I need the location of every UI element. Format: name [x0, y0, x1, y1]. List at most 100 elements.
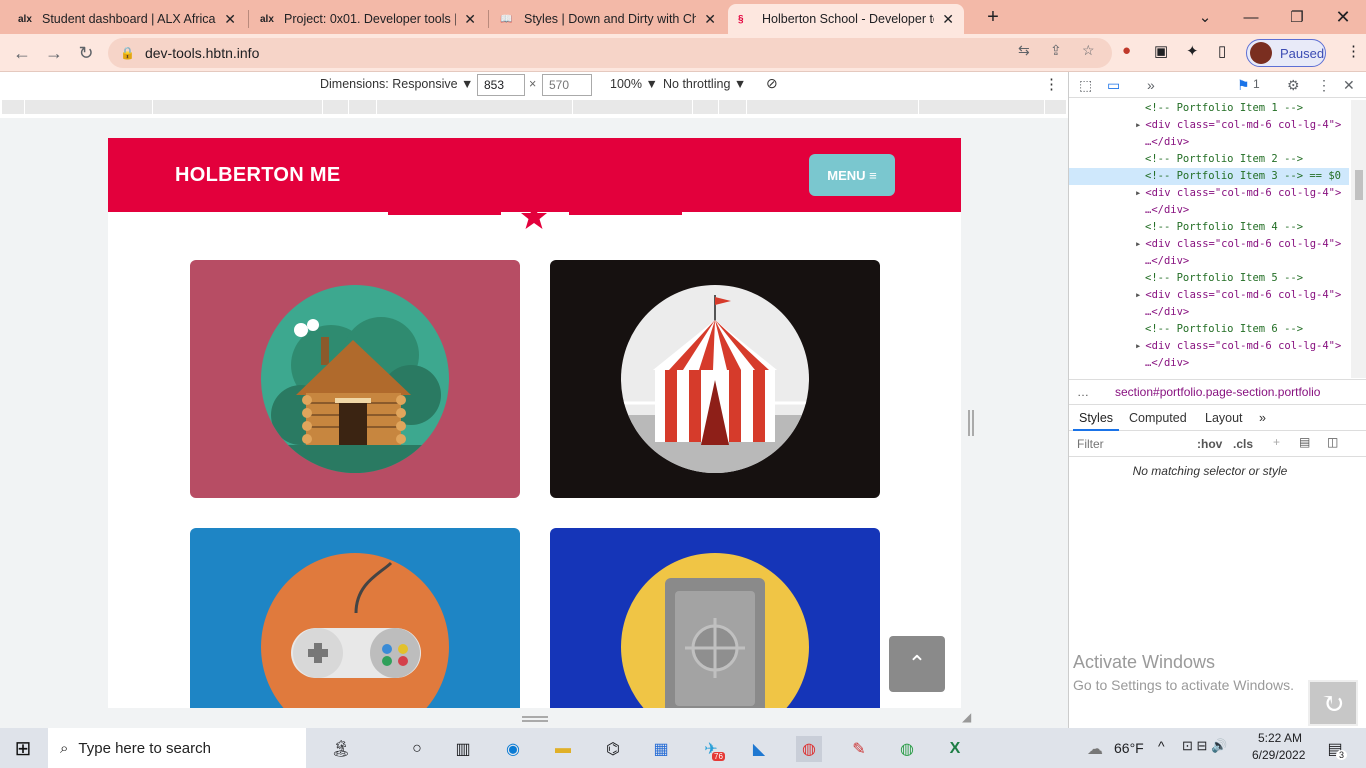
weather-widget-icon[interactable]: 🏝 — [316, 736, 366, 762]
code-line[interactable]: …</div> — [1145, 134, 1349, 151]
width-input[interactable]: 853 — [477, 74, 525, 96]
temperature[interactable]: 66°F — [1114, 740, 1144, 756]
clock-time[interactable]: 5:22 AM — [1258, 731, 1302, 745]
device-toggle-icon[interactable]: ▭ — [1107, 77, 1120, 94]
camera-extension-icon[interactable]: ▣ — [1154, 42, 1168, 60]
share-icon[interactable]: ⇪ — [1050, 42, 1062, 59]
code-line[interactable]: ▸ <div class="col-md-6 col-lg-4"> — [1135, 185, 1349, 202]
code-line[interactable]: ▸ <div class="col-md-6 col-lg-4"> — [1135, 236, 1349, 253]
taskbar-search[interactable]: ⌕ Type here to search — [48, 728, 306, 768]
code-line[interactable]: ▸ <div class="col-md-6 col-lg-4"> — [1135, 338, 1349, 355]
color-extension-icon[interactable]: ● — [1122, 42, 1131, 59]
more-tabs-icon[interactable]: » — [1147, 77, 1155, 93]
new-tab-button[interactable]: + — [970, 0, 1016, 34]
add-rule-icon[interactable]: + — [1273, 435, 1280, 449]
cls-toggle[interactable]: .cls — [1233, 437, 1253, 451]
toggle-sidebar-icon[interactable]: ◫ — [1327, 435, 1338, 449]
portfolio-item-circus[interactable] — [550, 260, 880, 498]
windows-start-icon[interactable]: ⊞ — [10, 735, 36, 761]
breadcrumb-item[interactable]: section#portfolio.page-section.portfolio — [1115, 385, 1320, 399]
elements-scrollbar[interactable] — [1351, 100, 1366, 378]
code-line[interactable]: …</div> — [1145, 253, 1349, 270]
tray-chevron-icon[interactable]: ^ — [1158, 738, 1165, 754]
task-view-icon[interactable]: ▥ — [450, 736, 476, 762]
portfolio-item-cabin[interactable] — [190, 260, 520, 498]
minimize-button[interactable]: — — [1228, 0, 1274, 34]
inspect-element-icon[interactable]: ⬚ — [1079, 77, 1092, 94]
resize-handle-bottom[interactable] — [522, 716, 548, 722]
address-bar[interactable]: 🔒 dev-tools.hbtn.info — [108, 38, 1112, 68]
more-panels-icon[interactable]: » — [1259, 411, 1266, 425]
code-line[interactable]: <!-- Portfolio Item 6 --> — [1145, 321, 1349, 338]
height-input[interactable]: 570 — [542, 74, 592, 96]
tab-student-dashboard[interactable]: alx Student dashboard | ALX Africa Intra… — [8, 4, 246, 34]
back-button[interactable]: ← — [8, 39, 36, 67]
close-icon[interactable]: ✕ — [224, 11, 236, 28]
excel-icon[interactable]: X — [942, 736, 968, 762]
tab-layout[interactable]: Layout — [1205, 411, 1243, 425]
translate-icon[interactable]: ⇆ — [1018, 42, 1030, 59]
code-line[interactable]: …</div> — [1145, 202, 1349, 219]
code-line-selected[interactable]: <!-- Portfolio Item 3 --> == $0 — [1069, 168, 1349, 185]
code-line[interactable]: <!-- Portfolio Item 2 --> — [1145, 151, 1349, 168]
code-line[interactable]: …</div> — [1145, 304, 1349, 321]
app-overlay-icon[interactable]: ↻ — [1308, 680, 1358, 726]
tab-holberton-developer-tools[interactable]: § Holberton School - Developer tools ✕ — [728, 4, 964, 34]
extensions-puzzle-icon[interactable]: ✦ — [1186, 42, 1199, 60]
tab-project-developer-tools[interactable]: alx Project: 0x01. Developer tools | ALX… — [250, 4, 486, 34]
paint-app-icon[interactable]: ✎ — [846, 736, 872, 762]
device-more-icon[interactable]: ⋮ — [1044, 75, 1059, 93]
breadcrumb-more-icon[interactable]: … — [1077, 385, 1089, 399]
vscode-icon[interactable]: ◣ — [746, 736, 772, 762]
code-line[interactable]: <!-- Portfolio Item 4 --> — [1145, 219, 1349, 236]
site-brand[interactable]: HOLBERTON ME — [175, 164, 340, 187]
tray-icons[interactable]: ⊡ ⊟ 🔊 — [1182, 738, 1227, 754]
close-icon[interactable]: ✕ — [942, 11, 954, 28]
forward-button[interactable]: → — [40, 39, 68, 67]
zoom-select[interactable]: 100% ▼ — [610, 77, 658, 91]
maximize-button[interactable]: ❐ — [1274, 0, 1320, 34]
reload-button[interactable]: ↻ — [72, 39, 100, 67]
close-window-button[interactable]: ✕ — [1320, 0, 1366, 34]
paint-icon[interactable]: ▤ — [1299, 435, 1310, 449]
hov-toggle[interactable]: :hov — [1197, 437, 1222, 451]
close-icon[interactable]: ✕ — [464, 11, 476, 28]
portfolio-item-safe[interactable] — [550, 528, 880, 708]
code-line[interactable]: <!-- Portfolio Item 1 --> — [1145, 100, 1349, 117]
chrome-profile-icon[interactable]: ◍ — [894, 736, 920, 762]
close-icon[interactable]: ✕ — [704, 11, 716, 28]
close-devtools-icon[interactable]: ✕ — [1343, 77, 1355, 94]
edge-icon[interactable]: ◉ — [500, 736, 526, 762]
code-line[interactable]: ▸ <div class="col-md-6 col-lg-4"> — [1135, 117, 1349, 134]
menu-button[interactable]: MENU ≡ — [809, 154, 895, 196]
network-app-icon[interactable]: ⌬ — [600, 736, 626, 762]
bookmark-star-icon[interactable]: ☆ — [1082, 42, 1095, 59]
rotate-icon[interactable]: ⊘ — [766, 75, 778, 92]
chrome-active-icon[interactable]: ◍ — [796, 736, 822, 762]
code-line[interactable]: …</div> — [1145, 355, 1349, 372]
tab-computed[interactable]: Computed — [1129, 411, 1187, 425]
chrome-menu-icon[interactable]: ⋮ — [1346, 42, 1361, 60]
resize-handle-right[interactable] — [968, 410, 974, 436]
scrollbar-thumb[interactable] — [1355, 170, 1363, 200]
weather-cloud-icon[interactable]: ☁ — [1082, 736, 1108, 762]
dimensions-select[interactable]: Dimensions: Responsive ▼ — [320, 77, 473, 91]
devtools-more-icon[interactable]: ⋮ — [1317, 77, 1331, 94]
tab-styles-panel[interactable]: Styles — [1079, 411, 1113, 425]
side-panel-icon[interactable]: ▯ — [1218, 42, 1226, 60]
scroll-to-top-button[interactable]: ⌃ — [889, 636, 945, 692]
tab-styles[interactable]: 📖 Styles | Down and Dirty with Chrome De… — [490, 4, 726, 34]
resize-corner-icon[interactable]: ◢ — [962, 710, 971, 724]
profile-button[interactable]: Paused — [1246, 39, 1326, 67]
styles-filter-input[interactable] — [1073, 434, 1185, 454]
store-icon[interactable]: ▦ — [648, 736, 674, 762]
cortana-icon[interactable]: ○ — [404, 736, 430, 762]
tab-search-icon[interactable]: ⌄ — [1182, 0, 1228, 34]
issues-icon[interactable]: ⚑ — [1237, 77, 1250, 94]
ruler-bar[interactable] — [2, 100, 1066, 114]
clock-date[interactable]: 6/29/2022 — [1252, 748, 1305, 762]
file-explorer-icon[interactable]: ▬ — [550, 736, 576, 762]
throttle-select[interactable]: No throttling ▼ — [663, 77, 746, 91]
settings-gear-icon[interactable]: ⚙ — [1287, 77, 1300, 94]
portfolio-item-game[interactable] — [190, 528, 520, 708]
